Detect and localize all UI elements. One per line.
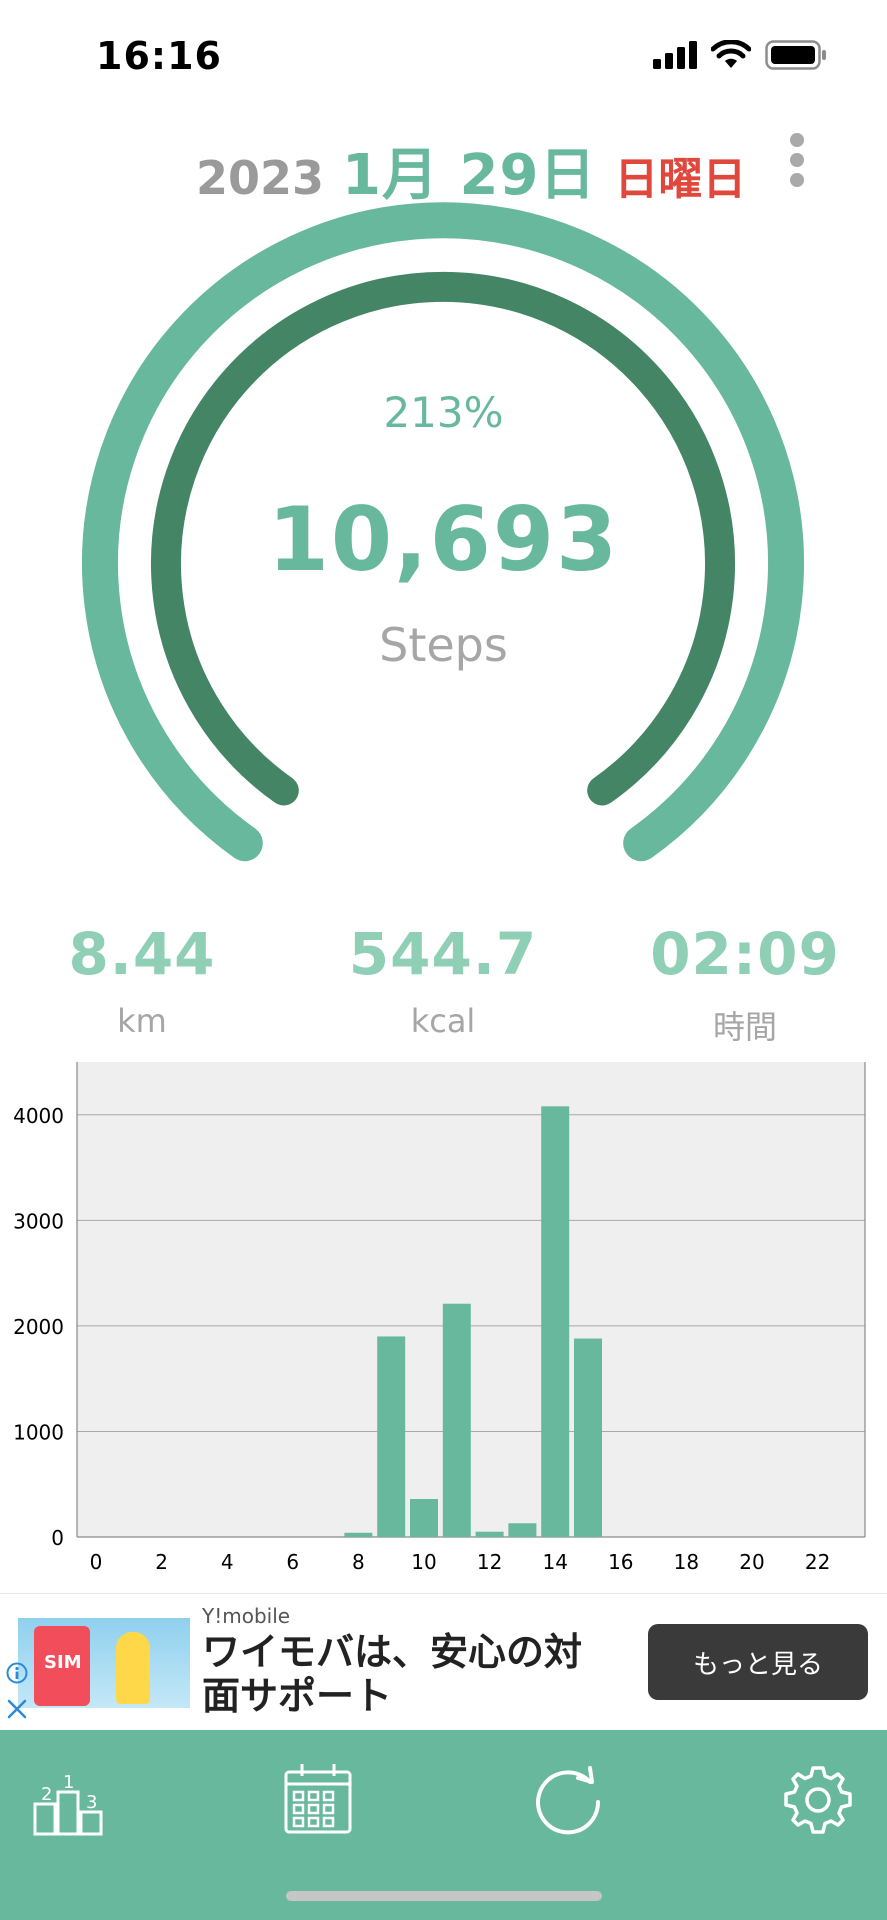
ad-image-text: SIM: [44, 1652, 82, 1673]
chart-bar: [410, 1499, 438, 1537]
chart-y-tick-label: 4000: [13, 1104, 64, 1128]
chart-x-tick-label: 16: [608, 1550, 633, 1574]
status-icons: [653, 40, 827, 70]
chart-x-tick-label: 0: [90, 1550, 103, 1574]
chart-y-tick-label: 2000: [13, 1315, 64, 1339]
chart-y-tick-label: 3000: [13, 1209, 64, 1233]
stat-calories: 544.7 kcal: [303, 920, 583, 1040]
chart-bar: [475, 1531, 504, 1537]
signal-icon: [653, 41, 697, 69]
step-unit-label: Steps: [379, 618, 508, 672]
refresh-icon[interactable]: [528, 1760, 608, 1840]
stat-distance: 8.44 km: [2, 920, 282, 1040]
distance-unit: km: [117, 1002, 167, 1040]
chart-bar: [344, 1532, 373, 1537]
stat-duration: 02:09 時間: [605, 920, 885, 1048]
gear-icon[interactable]: [778, 1760, 858, 1840]
chart-x-tick-label: 4: [221, 1550, 234, 1574]
ad-person-graphic: [116, 1632, 150, 1704]
chart-x-tick-label: 14: [542, 1550, 567, 1574]
calories-unit: kcal: [410, 1002, 476, 1040]
chart-x-tick-label: 18: [674, 1550, 699, 1574]
home-indicator: [286, 1891, 602, 1901]
chart-bar: [574, 1338, 602, 1537]
ad-cta-button[interactable]: もっと見る: [648, 1624, 868, 1700]
status-bar: 16:16: [0, 0, 887, 110]
distance-value: 8.44: [68, 920, 216, 988]
duration-value: 02:09: [650, 920, 840, 988]
chart-x-tick-label: 12: [477, 1550, 502, 1574]
battery-icon: [765, 40, 826, 70]
ad-info-icon[interactable]: [6, 1662, 28, 1684]
chart-y-tick-label: 0: [51, 1526, 64, 1550]
chart-x-tick-label: 6: [286, 1550, 299, 1574]
chart-bar: [508, 1523, 537, 1537]
date-display[interactable]: 2023 1月 29日 日曜日: [196, 130, 746, 211]
chart-bar: [442, 1303, 471, 1537]
calendar-icon[interactable]: [278, 1760, 358, 1840]
hourly-steps-chart: 0 1000 2000 3000 4000 0 2 4 6 8 10 12 14 16 18 20 22: [13, 1062, 866, 1574]
ad-brand: Y!mobile: [202, 1604, 291, 1628]
status-time: 16:16: [96, 34, 222, 78]
date-year: 2023: [196, 151, 325, 205]
svg-text:3: 3: [86, 1792, 97, 1813]
chart-x-tick-label: 8: [352, 1550, 365, 1574]
chart-plot-area: [77, 1062, 865, 1537]
ad-banner[interactable]: SIM Y!mobile ワイモバは、安心の対面サポート もっと見る: [0, 1593, 887, 1731]
ranking-icon[interactable]: 2 1 3: [30, 1760, 110, 1840]
date-month-day: 1月 29日: [342, 143, 597, 208]
date-header: 2023 1月 29日 日曜日: [0, 130, 887, 208]
svg-text:2: 2: [41, 1784, 52, 1805]
more-options-icon[interactable]: [782, 130, 812, 190]
chart-x-tick-label: 20: [739, 1550, 764, 1574]
date-weekday: 日曜日: [614, 154, 747, 205]
chart-x-tick-label: 10: [411, 1550, 436, 1574]
duration-unit: 時間: [712, 1008, 777, 1046]
ad-headline[interactable]: ワイモバは、安心の対面サポート: [202, 1630, 602, 1718]
chart-bar: [541, 1106, 570, 1537]
chart-x-tick-label: 2: [155, 1550, 168, 1574]
chart-x-tick-label: 22: [805, 1550, 830, 1574]
ad-image[interactable]: SIM: [18, 1618, 190, 1708]
step-count: 10,693: [267, 488, 620, 591]
svg-text:1: 1: [63, 1772, 74, 1793]
ad-close-icon[interactable]: [6, 1698, 28, 1720]
chart-bar: [377, 1336, 406, 1537]
calories-value: 544.7: [348, 920, 538, 988]
goal-percent: 213%: [383, 388, 504, 437]
wifi-icon: [711, 40, 751, 68]
chart-y-tick-label: 1000: [13, 1420, 64, 1444]
